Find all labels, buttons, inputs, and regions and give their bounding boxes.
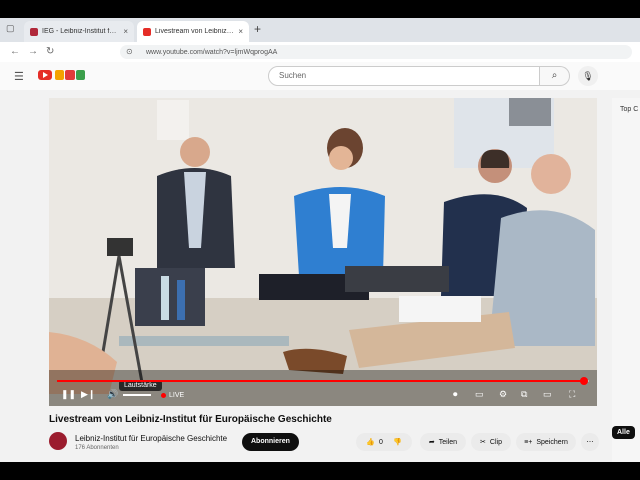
tab-ieg[interactable]: IEG - Leibniz-Institut für Europäi × [24, 21, 134, 42]
video-player[interactable]: Lautstärke ❚❚ ▶❙ 🔊 LIVE ⏺ ▭ ⚙ ⧉ ▭ ⛶ [49, 98, 597, 406]
progress-bar[interactable] [57, 377, 589, 385]
more-horizontal-icon: ⋯ [586, 439, 594, 446]
channel-avatar[interactable] [49, 432, 67, 450]
youtube-favicon-icon [143, 27, 151, 36]
video-title: Livestream von Leibniz-Institut für Euro… [49, 414, 332, 425]
tab-livestream[interactable]: Livestream von Leibniz-Inst × [137, 21, 249, 42]
url-field[interactable]: ⊙ www.youtube.com/watch?v=ljmWqprogAA [120, 45, 632, 59]
ieg-favicon-icon [30, 27, 38, 36]
tab-label: Livestream von Leibniz-Inst [155, 28, 235, 35]
tab-overview-icon[interactable]: ▢ [6, 23, 18, 35]
hamburger-menu-icon[interactable]: ☰ [14, 70, 24, 83]
site-info-icon[interactable]: ⊙ [126, 47, 133, 56]
save-button[interactable]: ≡+ Speichern [516, 433, 576, 451]
volume-slider[interactable] [123, 394, 151, 396]
pause-icon[interactable]: ❚❚ [61, 389, 76, 400]
tab-label: IEG - Leibniz-Institut für Europäi [42, 28, 119, 35]
tab-bar: ▢ IEG - Leibniz-Institut für Europäi × L… [0, 18, 640, 42]
scissors-icon: ✂ [480, 439, 486, 446]
settings-gear-icon[interactable]: ⚙ [499, 389, 507, 400]
microphone-icon[interactable]: 🎙 [578, 66, 598, 86]
channel-name[interactable]: Leibniz-Institut für Europäische Geschic… [75, 434, 227, 443]
next-icon[interactable]: ▶❙ [81, 389, 95, 400]
autoplay-toggle-icon[interactable]: ⏺ [453, 389, 458, 400]
search-icon[interactable]: ⌕ [540, 66, 570, 86]
progress-fill [57, 380, 584, 382]
thumbs-down-icon[interactable]: 👎 [393, 438, 402, 446]
back-arrow-icon[interactable]: ← [10, 46, 20, 57]
url-text: www.youtube.com/watch?v=ljmWqprogAA [146, 48, 278, 56]
like-dislike-button[interactable]: 👍 0 👎 [356, 433, 412, 451]
share-icon: ➦ [428, 439, 435, 446]
youtube-doodle-icon[interactable] [55, 70, 85, 80]
youtube-header: ☰ Suchen ⌕ 🎙 [0, 62, 640, 90]
subscriber-count: 176 Abonnenten [75, 445, 119, 451]
sidebar-heading: Top C [620, 106, 639, 113]
youtube-logo-icon[interactable] [38, 70, 52, 80]
fullscreen-icon[interactable]: ⛶ [569, 389, 575, 400]
miniplayer-icon[interactable]: ⧉ [521, 389, 527, 400]
share-button[interactable]: ➦ Teilen [420, 433, 466, 451]
like-count: 0 [379, 438, 383, 446]
browser-window: ▢ IEG - Leibniz-Institut für Europäi × L… [0, 18, 640, 462]
theater-mode-icon[interactable]: ▭ [543, 389, 552, 400]
clip-label: Clip [489, 438, 502, 446]
new-tab-plus-icon[interactable]: + [254, 22, 261, 36]
filter-chip-all[interactable]: Alle [612, 426, 635, 439]
clip-button[interactable]: ✂ Clip [471, 433, 511, 451]
live-badge[interactable]: LIVE [161, 392, 184, 399]
forward-arrow-icon[interactable]: → [28, 46, 38, 57]
more-actions-button[interactable]: ⋯ [581, 433, 599, 451]
thumbs-up-icon[interactable]: 👍 [366, 438, 375, 446]
volume-icon[interactable]: 🔊 [107, 389, 118, 400]
save-playlist-icon: ≡+ [524, 438, 533, 446]
address-bar: ← → ↻ ⊙ www.youtube.com/watch?v=ljmWqpro… [0, 42, 640, 63]
subtitles-icon[interactable]: ▭ [475, 389, 484, 400]
subscribe-button[interactable]: Abonnieren [242, 433, 299, 451]
reload-icon[interactable]: ↻ [46, 46, 54, 57]
save-label: Speichern [536, 438, 568, 446]
video-frame [49, 98, 597, 406]
share-label: Teilen [438, 438, 458, 446]
recommendations-sidebar [612, 98, 640, 462]
progress-scrubber[interactable] [579, 377, 588, 385]
search-input[interactable]: Suchen [268, 66, 540, 86]
close-icon[interactable]: × [238, 27, 243, 36]
close-icon[interactable]: × [123, 27, 128, 36]
